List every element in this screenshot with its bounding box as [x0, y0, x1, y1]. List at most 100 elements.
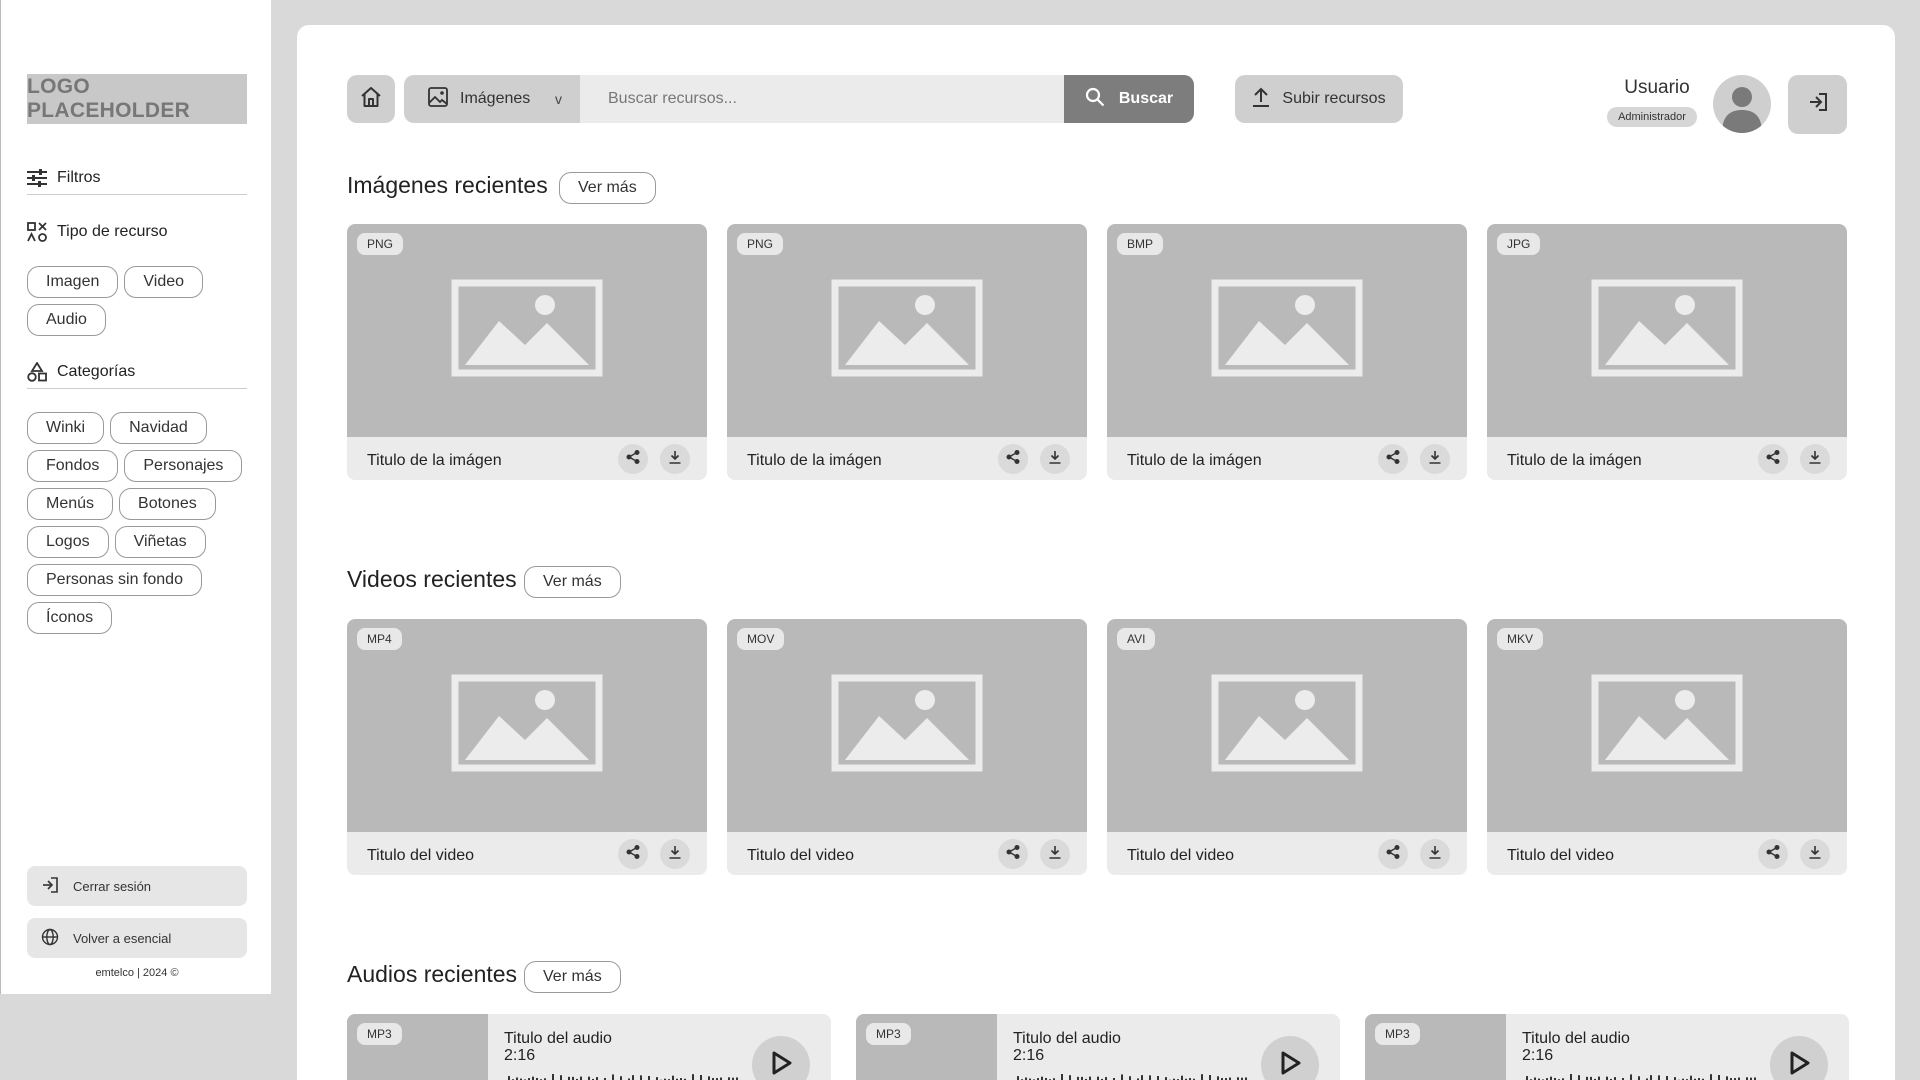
share-button[interactable]: [998, 839, 1028, 869]
image-placeholder-icon: [1211, 674, 1363, 777]
chip-imagen[interactable]: Imagen: [27, 266, 119, 298]
video-card[interactable]: MP4 Titulo del video: [347, 619, 707, 875]
image-title: Titulo de la imágen: [1507, 452, 1642, 469]
filters-header[interactable]: Filtros: [27, 168, 247, 195]
audio-duration: 2:16: [504, 1047, 536, 1064]
videos-more-button[interactable]: Ver más: [524, 566, 621, 598]
download-button[interactable]: [1800, 839, 1830, 869]
category-icon: [27, 362, 47, 382]
download-button[interactable]: [1420, 839, 1450, 869]
video-title: Titulo del video: [1127, 847, 1235, 864]
format-badge: MP3: [357, 1023, 402, 1045]
chevron-down-icon: v: [555, 91, 562, 107]
image-thumbnail[interactable]: BMP: [1107, 224, 1467, 437]
video-thumbnail[interactable]: AVI: [1107, 619, 1467, 832]
user-name: Usuario: [1624, 77, 1690, 98]
image-placeholder-icon: [451, 674, 603, 777]
images-section-title: Imágenes recientes: [347, 172, 548, 198]
image-card[interactable]: PNG Titulo de la imágen: [347, 224, 707, 480]
chip-logos[interactable]: Logos: [27, 526, 109, 558]
audio-thumbnail[interactable]: MP3: [1365, 1014, 1506, 1080]
format-badge: JPG: [1497, 233, 1541, 255]
avatar[interactable]: [1713, 75, 1771, 133]
share-button[interactable]: [1378, 444, 1408, 474]
search-button-label: Buscar: [1118, 90, 1174, 107]
download-icon: [1428, 845, 1442, 864]
image-card[interactable]: PNG Titulo de la imágen: [727, 224, 1087, 480]
categories-label: Categorías: [57, 363, 136, 380]
search-input[interactable]: [580, 75, 1064, 123]
download-icon: [1048, 450, 1062, 469]
audio-card[interactable]: MP3 Titulo del audio 2:16: [347, 1014, 831, 1080]
waveform[interactable]: [1013, 1066, 1253, 1080]
chip-menus[interactable]: Menús: [27, 488, 114, 520]
play-button[interactable]: [752, 1036, 810, 1080]
audio-thumbnail[interactable]: MP3: [856, 1014, 997, 1080]
chip-personajes[interactable]: Personajes: [124, 450, 243, 482]
image-thumbnail[interactable]: JPG: [1487, 224, 1847, 437]
share-button[interactable]: [1758, 839, 1788, 869]
share-button[interactable]: [1378, 839, 1408, 869]
share-button[interactable]: [618, 839, 648, 869]
categories-header: Categorías: [27, 362, 247, 389]
video-thumbnail[interactable]: MP4: [347, 619, 707, 832]
search-icon: [1085, 87, 1105, 112]
home-button[interactable]: [347, 75, 395, 123]
video-thumbnail[interactable]: MOV: [727, 619, 1087, 832]
share-button[interactable]: [998, 444, 1028, 474]
image-placeholder-icon: [1211, 279, 1363, 382]
search-button[interactable]: Buscar: [1064, 75, 1194, 123]
back-to-esencial-button[interactable]: Volver a esencial: [27, 918, 247, 958]
video-card[interactable]: MOV Titulo del video: [727, 619, 1087, 875]
waveform[interactable]: [1522, 1066, 1762, 1080]
download-button[interactable]: [1040, 839, 1070, 869]
chip-botones[interactable]: Botones: [119, 488, 216, 520]
video-card[interactable]: AVI Titulo del video: [1107, 619, 1467, 875]
audio-title: Titulo del audio: [1013, 1030, 1121, 1047]
header-logout-button[interactable]: [1788, 75, 1847, 134]
image-placeholder-icon: [831, 279, 983, 382]
download-button[interactable]: [660, 444, 690, 474]
share-icon: [1006, 449, 1020, 469]
format-badge: MKV: [1497, 628, 1544, 650]
image-card[interactable]: JPG Titulo de la imágen: [1487, 224, 1847, 480]
upload-icon: [1252, 87, 1270, 112]
chip-audio[interactable]: Audio: [27, 304, 106, 336]
chip-winki[interactable]: Winki: [27, 412, 105, 444]
share-icon: [1006, 844, 1020, 864]
chip-video[interactable]: Video: [124, 266, 204, 298]
waveform[interactable]: [504, 1066, 744, 1080]
chip-navidad[interactable]: Navidad: [110, 412, 207, 444]
share-button[interactable]: [1758, 444, 1788, 474]
logo: LOGO PLACEHOLDER: [27, 74, 247, 124]
image-thumbnail[interactable]: PNG: [347, 224, 707, 437]
chip-vinetas[interactable]: Viñetas: [114, 526, 206, 558]
upload-button[interactable]: Subir recursos: [1235, 75, 1403, 123]
chip-iconos[interactable]: Íconos: [27, 602, 113, 634]
share-button[interactable]: [618, 444, 648, 474]
images-more-button[interactable]: Ver más: [559, 172, 656, 204]
audio-card[interactable]: MP3 Titulo del audio 2:16: [1365, 1014, 1849, 1080]
video-card[interactable]: MKV Titulo del video: [1487, 619, 1847, 875]
play-icon: [1788, 1051, 1810, 1080]
video-title: Titulo del video: [747, 847, 855, 864]
image-card[interactable]: BMP Titulo de la imágen: [1107, 224, 1467, 480]
chip-personas-sin-fondo[interactable]: Personas sin fondo: [27, 564, 202, 596]
download-button[interactable]: [1040, 444, 1070, 474]
play-button[interactable]: [1770, 1036, 1828, 1080]
play-button[interactable]: [1261, 1036, 1319, 1080]
image-thumbnail[interactable]: PNG: [727, 224, 1087, 437]
search-type-dropdown[interactable]: Imágenes v: [404, 75, 580, 123]
video-thumbnail[interactable]: MKV: [1487, 619, 1847, 832]
chip-fondos[interactable]: Fondos: [27, 450, 119, 482]
share-icon: [626, 844, 640, 864]
download-button[interactable]: [660, 839, 690, 869]
upload-label: Subir recursos: [1282, 90, 1386, 107]
audio-card[interactable]: MP3 Titulo del audio 2:16: [856, 1014, 1340, 1080]
audios-more-button[interactable]: Ver más: [524, 961, 621, 993]
download-button[interactable]: [1420, 444, 1450, 474]
logout-button[interactable]: Cerrar sesión: [27, 866, 247, 906]
audio-thumbnail[interactable]: MP3: [347, 1014, 488, 1080]
resource-type-label: Tipo de recurso: [57, 223, 168, 240]
download-button[interactable]: [1800, 444, 1830, 474]
